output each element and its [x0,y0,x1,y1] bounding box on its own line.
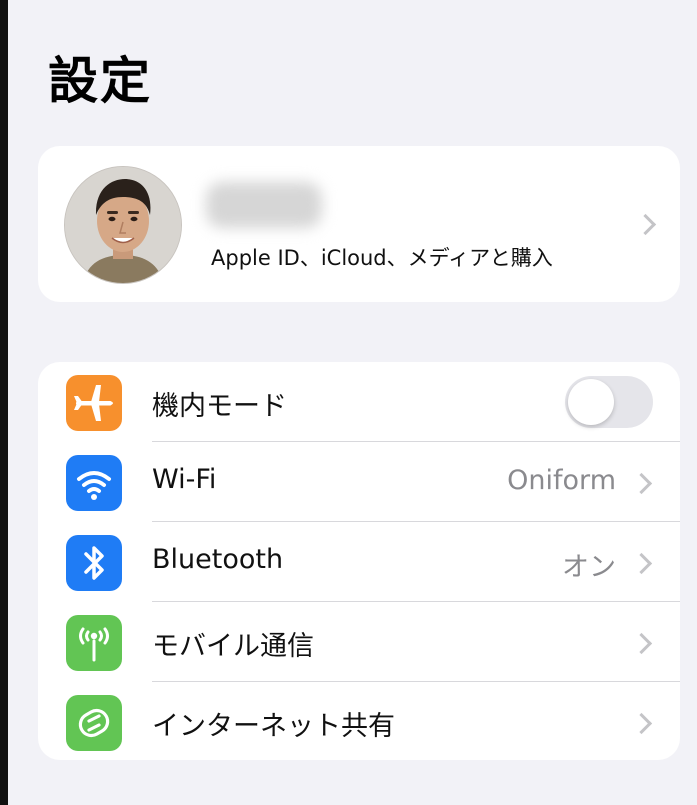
settings-row-mobile-data[interactable]: モバイル通信 [38,602,680,682]
apple-id-profile-card[interactable]: ●●●●● Apple ID、iCloud、メディアと購入 [38,146,680,302]
wifi-network-name: Oniform [507,465,616,496]
settings-row-personal-hotspot[interactable]: インターネット共有 [38,682,680,762]
page-title: 設定 [48,52,152,110]
chevron-right-icon [630,472,653,495]
antenna-icon [66,615,122,671]
bluetooth-icon [66,535,122,591]
airplane-mode-label: 機内モード [152,391,287,422]
airplane-icon [66,375,122,431]
chevron-right-icon [630,712,653,735]
settings-row-wifi[interactable]: Wi-Fi Oniform [38,442,680,522]
screen-edge [0,0,8,805]
avatar [64,166,182,284]
hotspot-link-icon [66,695,122,751]
chevron-right-icon [630,552,653,575]
bluetooth-status: オン [562,552,616,583]
toggle-knob [568,379,614,425]
wifi-icon [66,455,122,511]
personal-hotspot-label: インターネット共有 [152,711,395,742]
connectivity-settings-group: 機内モード Wi-Fi Oniform Bluetooth オン モバイル通信 … [38,362,680,760]
profile-name-blurred: ●●●●● [206,182,322,228]
profile-subtitle: Apple ID、iCloud、メディアと購入 [211,246,553,270]
chevron-right-icon [634,213,657,236]
settings-row-bluetooth[interactable]: Bluetooth オン [38,522,680,602]
settings-row-airplane-mode: 機内モード [38,362,680,442]
mobile-data-label: モバイル通信 [152,631,314,662]
chevron-right-icon [630,632,653,655]
wifi-label: Wi-Fi [152,464,217,495]
bluetooth-label: Bluetooth [152,544,284,575]
airplane-mode-toggle[interactable] [565,376,653,428]
